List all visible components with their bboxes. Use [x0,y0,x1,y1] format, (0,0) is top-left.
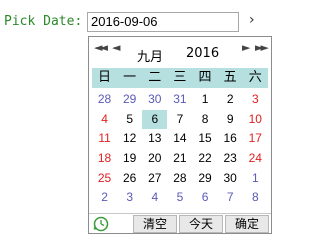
day-cell[interactable]: 31 [167,90,192,110]
date-input[interactable]: 2016-09-06 [87,12,239,32]
weekday-label: 四 [198,70,212,85]
day-cell[interactable]: 26 [117,169,142,189]
week-row: 25 26 27 28 29 30 1 [92,169,268,189]
day-grid: 28 29 30 31 1 2 3 4 5 6 7 8 9 10 11 12 1… [92,90,268,208]
date-picker-popup: ◄◄ ◄ 九月 2016 ► ►► 日 一 二 三 四 五 六 28 29 30… [88,36,272,234]
month-label[interactable]: 九月 [137,46,163,65]
day-cell[interactable]: 18 [92,149,117,169]
day-cell[interactable]: 2 [218,90,243,110]
day-cell[interactable]: 3 [243,90,268,110]
prev-month-icon[interactable]: ◄ [112,41,120,54]
day-cell[interactable]: 29 [193,169,218,189]
weekday-label: 一 [123,70,137,85]
day-cell[interactable]: 27 [142,169,167,189]
weekday-label: 二 [148,70,162,85]
next-month-icon[interactable]: ► [242,41,250,54]
calendar-footer: 清空 今天 确定 [89,213,271,234]
day-cell[interactable]: 19 [117,149,142,169]
next-year-icon[interactable]: ►► [255,41,269,54]
day-cell[interactable]: 30 [218,169,243,189]
week-row: 18 19 20 21 22 23 24 [92,149,268,169]
day-cell[interactable]: 1 [243,169,268,189]
week-row: 2 3 4 5 6 7 8 [92,188,268,208]
year-label[interactable]: 2016 [186,46,219,61]
day-cell[interactable]: 13 [142,129,167,149]
weekday-label: 日 [98,70,112,85]
day-cell[interactable]: 10 [243,110,268,130]
day-cell[interactable]: 6 [193,188,218,208]
day-cell-selected[interactable]: 6 [142,109,168,130]
day-cell[interactable]: 29 [117,90,142,110]
day-cell[interactable]: 11 [92,129,117,149]
day-cell[interactable]: 17 [243,129,268,149]
day-cell[interactable]: 7 [167,110,192,130]
weekday-label: 五 [223,70,237,85]
day-cell[interactable]: 3 [117,188,142,208]
weekday-label: 三 [173,70,187,85]
prev-year-icon[interactable]: ◄◄ [94,41,108,54]
day-cell[interactable]: 28 [167,169,192,189]
clock-icon[interactable] [93,216,109,232]
day-cell[interactable]: 20 [142,149,167,169]
day-cell[interactable]: 28 [92,90,117,110]
day-cell[interactable]: 4 [142,188,167,208]
day-cell[interactable]: 2 [92,188,117,208]
today-button[interactable]: 今天 [179,215,223,233]
clear-button[interactable]: 清空 [133,215,177,233]
day-cell[interactable]: 24 [243,149,268,169]
week-row: 11 12 13 14 15 16 17 [92,129,268,149]
day-cell[interactable]: 9 [218,110,243,130]
weekday-label: 六 [248,70,262,85]
weekday-header: 日 一 二 三 四 五 六 [92,68,268,88]
day-cell[interactable]: 7 [218,188,243,208]
day-cell[interactable]: 5 [117,110,142,130]
day-cell[interactable]: 25 [92,169,117,189]
day-cell[interactable]: 8 [243,188,268,208]
confirm-button[interactable]: 确定 [225,215,269,233]
day-cell[interactable]: 21 [167,149,192,169]
calendar-header: ◄◄ ◄ 九月 2016 ► ►► [89,37,271,65]
day-cell[interactable]: 30 [142,90,167,110]
day-cell[interactable]: 4 [92,110,117,130]
day-cell[interactable]: 14 [167,129,192,149]
day-cell[interactable]: 22 [193,149,218,169]
day-cell[interactable]: 12 [117,129,142,149]
week-row: 28 29 30 31 1 2 3 [92,90,268,110]
day-cell[interactable]: 23 [218,149,243,169]
day-cell[interactable]: 5 [167,188,192,208]
day-cell[interactable]: 8 [193,110,218,130]
pick-date-label: Pick Date: [4,14,83,29]
day-cell[interactable]: 16 [218,129,243,149]
day-cell[interactable]: 15 [193,129,218,149]
chevron-right-icon[interactable]: › [249,12,255,28]
day-cell[interactable]: 1 [193,90,218,110]
week-row: 4 5 6 7 8 9 10 [92,109,268,130]
